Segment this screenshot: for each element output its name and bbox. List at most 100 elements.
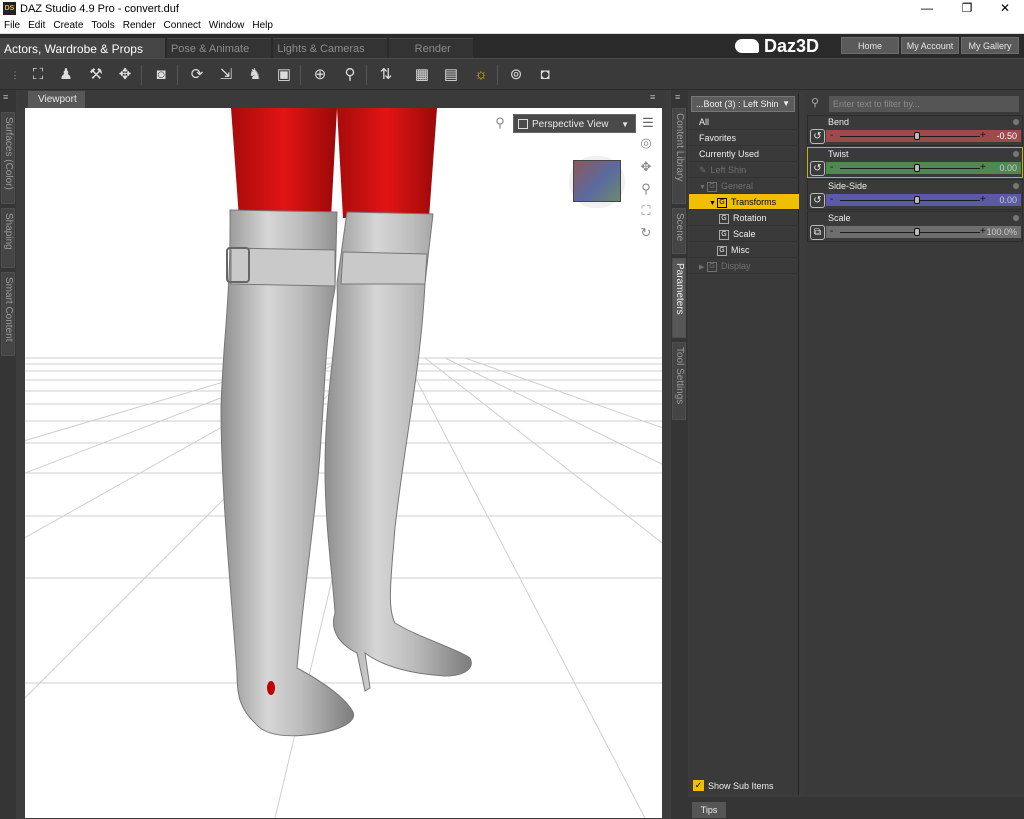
filter-input[interactable]: Enter text to filter by... (829, 96, 1019, 112)
tree-item[interactable]: G Scale (689, 226, 799, 242)
slider-knob[interactable] (914, 132, 920, 140)
tree-item[interactable]: ▼ G General (689, 178, 799, 194)
parameter-slider[interactable]: - +0.00 (826, 194, 1021, 206)
parameter-value[interactable]: 0.00 (999, 162, 1017, 174)
scale-tool-icon[interactable]: ⇲ (215, 65, 237, 85)
tree-item[interactable]: ▶ G Display (689, 258, 799, 274)
parameter-row: Scale ⧉ - +100.0% (807, 211, 1023, 242)
increment-icon[interactable]: + (980, 130, 986, 142)
show-sub-items-label: Show Sub Items (708, 780, 774, 791)
figure-tool-icon[interactable]: ♟ (55, 65, 77, 85)
decrement-icon[interactable]: - (830, 194, 833, 206)
parameter-slider[interactable]: - +100.0% (826, 226, 1021, 238)
viewport[interactable]: ⚲ Perspective View ▼ ☰ ◎ ✥ ⚲ ⛶ ↻ (25, 108, 662, 818)
transform-tool-icon[interactable]: ✥ (114, 65, 136, 85)
rotate-tool-icon[interactable]: ⟳ (186, 65, 208, 85)
tree-item[interactable]: G Misc (689, 242, 799, 258)
increment-icon[interactable]: + (980, 162, 986, 174)
tree-item[interactable]: ✎ Left Shin (689, 162, 799, 178)
tab-lights-cameras[interactable]: Lights & Cameras (273, 38, 387, 58)
universal-tool-icon[interactable]: ⊕ (309, 65, 331, 85)
tree-item[interactable]: G Rotation (689, 210, 799, 226)
tree-item[interactable]: Favorites (689, 130, 799, 146)
joint-tool-icon[interactable]: ⇅ (375, 65, 397, 85)
parameter-slider[interactable]: - + -0.50 (826, 130, 1021, 142)
menu-bar: File Edit Create Tools Render Connect Wi… (0, 17, 1024, 34)
tab-content-library[interactable]: Content Library (672, 108, 686, 204)
view-cube[interactable] (573, 160, 621, 202)
restore-button[interactable]: ❐ (950, 0, 984, 17)
zoom-icon[interactable]: ⚲ (637, 180, 655, 198)
render-preview-icon[interactable]: ▣ (273, 65, 295, 85)
parameter-slider[interactable]: - +0.00 (826, 162, 1021, 174)
minimize-button[interactable]: — (910, 0, 944, 17)
close-button[interactable]: ✕ (988, 0, 1022, 17)
parameter-options-icon[interactable] (1013, 215, 1019, 221)
viewport-tab[interactable]: Viewport (28, 91, 85, 108)
viewport-options-icon[interactable]: ☰ (639, 114, 657, 132)
slider-knob[interactable] (914, 196, 920, 204)
increment-icon[interactable]: + (980, 226, 986, 238)
frame-icon[interactable]: ⛶ (637, 202, 655, 220)
my-gallery-button[interactable]: My Gallery (961, 37, 1019, 54)
tree-item[interactable]: All (689, 114, 799, 130)
tab-actors-wardrobe-props[interactable]: Actors, Wardrobe & Props (0, 38, 165, 58)
menu-help[interactable]: Help (248, 20, 277, 31)
menu-edit[interactable]: Edit (24, 20, 49, 31)
slider-knob[interactable] (914, 164, 920, 172)
decrement-icon[interactable]: - (830, 162, 833, 174)
node-selector[interactable]: ...Boot (3) : Left Shin ▼ (691, 96, 795, 112)
menu-window[interactable]: Window (205, 20, 249, 31)
tab-scene[interactable]: Scene (672, 208, 686, 254)
geometry-editor-icon[interactable]: ▦ (411, 65, 433, 85)
light-bulb-icon[interactable]: ☼ (470, 65, 492, 85)
tree-item[interactable]: ▼ G Transforms (689, 194, 799, 210)
tree-item[interactable]: Currently Used (689, 146, 799, 162)
increment-icon[interactable]: + (980, 194, 986, 206)
reset-view-icon[interactable]: ↻ (637, 224, 655, 242)
decrement-icon[interactable]: - (830, 226, 833, 238)
tab-pose-animate[interactable]: Pose & Animate (166, 38, 272, 58)
show-sub-items-checkbox[interactable]: ✓ Show Sub Items (693, 780, 774, 791)
menu-tools[interactable]: Tools (87, 20, 118, 31)
pose-tool-icon[interactable]: ♞ (244, 65, 266, 85)
parameter-value[interactable]: 100.0% (986, 226, 1017, 238)
pan-icon[interactable]: ✥ (637, 158, 655, 176)
parameter-options-icon[interactable] (1013, 183, 1019, 189)
slider-knob[interactable] (914, 228, 920, 236)
parameter-options-icon[interactable] (1013, 151, 1019, 157)
orbit-icon[interactable]: ◎ (637, 134, 655, 152)
pane-menu-icon[interactable]: ≡ (3, 92, 8, 102)
menu-create[interactable]: Create (49, 20, 87, 31)
view-select[interactable]: Perspective View ▼ (513, 114, 636, 133)
tab-tool-settings[interactable]: Tool Settings (672, 342, 686, 420)
home-button[interactable]: Home (841, 37, 899, 54)
tips-tab[interactable]: Tips (692, 802, 726, 818)
tab-surfaces[interactable]: Surfaces (Color) (1, 112, 15, 204)
tab-smart-content[interactable]: Smart Content (1, 272, 15, 356)
joint-editor-icon[interactable]: ⚒ (85, 65, 107, 85)
viewport-menu-icon[interactable]: ≡ (650, 92, 655, 102)
surface-selection-icon[interactable]: ▤ (440, 65, 462, 85)
menu-file[interactable]: File (0, 20, 24, 31)
parameter-value[interactable]: -0.50 (996, 130, 1017, 142)
menu-connect[interactable]: Connect (160, 20, 205, 31)
camera-icon[interactable]: ◙ (150, 65, 172, 85)
viewport-header (18, 90, 666, 108)
tab-shaping[interactable]: Shaping (1, 208, 15, 268)
node-selection-tool-icon[interactable]: ⛶ (27, 65, 49, 85)
tab-parameters[interactable]: Parameters (672, 258, 686, 338)
render-settings-icon[interactable]: ◘ (534, 65, 556, 85)
parameter-options-icon[interactable] (1013, 119, 1019, 125)
toolbar-separator (141, 65, 142, 85)
menu-render[interactable]: Render (119, 20, 160, 31)
my-account-button[interactable]: My Account (901, 37, 959, 54)
parameter-value[interactable]: 0.00 (999, 194, 1017, 206)
decrement-icon[interactable]: - (830, 130, 833, 142)
measure-tool-icon[interactable]: ⚲ (339, 65, 361, 85)
magnify-icon[interactable]: ⚲ (491, 114, 509, 132)
pane-menu-icon[interactable]: ≡ (675, 92, 680, 102)
tab-render[interactable]: Render (388, 38, 473, 58)
spot-render-icon[interactable]: ⊚ (505, 65, 527, 85)
chevron-right-icon[interactable]: ▶ (699, 260, 707, 276)
